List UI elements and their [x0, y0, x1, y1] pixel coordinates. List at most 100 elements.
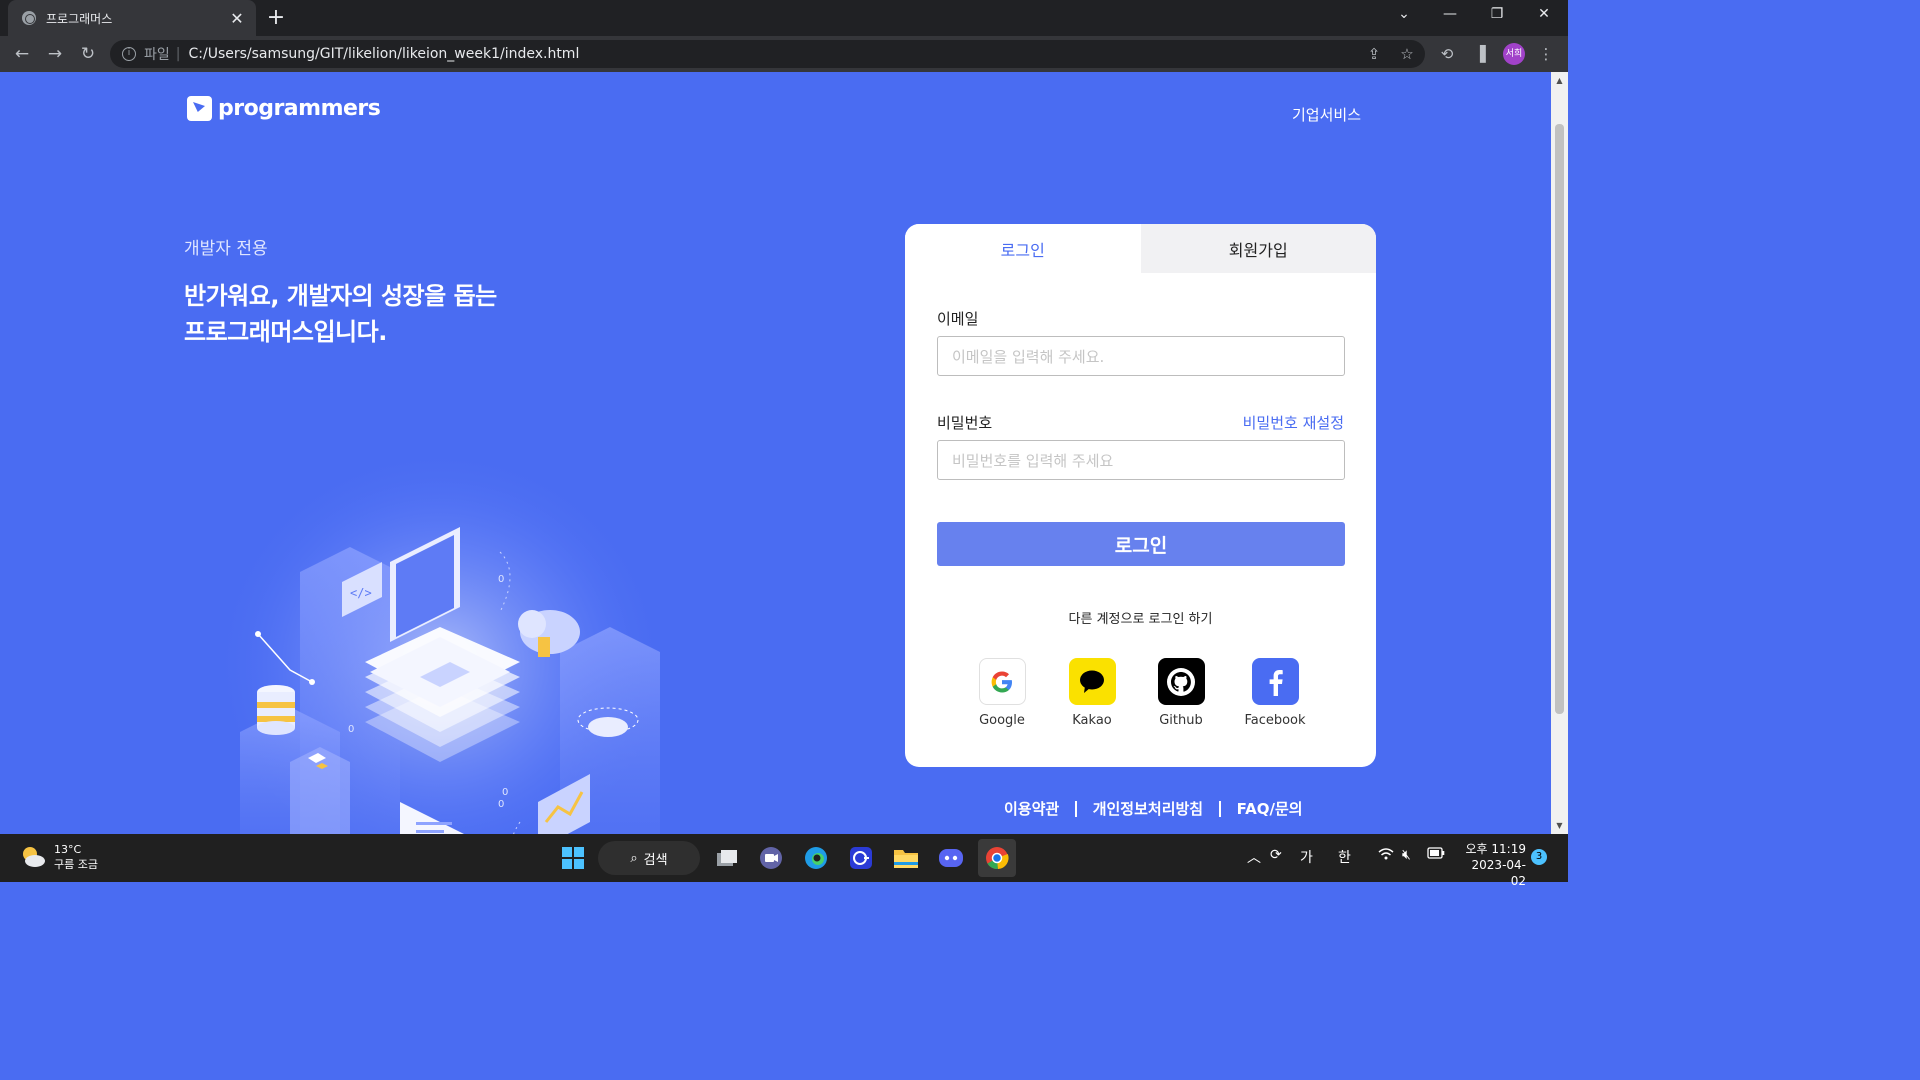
edge-icon[interactable]	[800, 842, 832, 874]
speaker-muted-icon[interactable]: 🔇︎	[1402, 847, 1411, 863]
new-tab-button[interactable]: +	[264, 5, 288, 30]
browser-tabbar: 프로그래머스 ✕ + ⌄ — ❐ ✕	[0, 0, 1568, 36]
tab-close-icon[interactable]: ✕	[228, 9, 246, 28]
discord-icon[interactable]	[935, 842, 967, 874]
tab-search-icon[interactable]: ⌄	[1392, 6, 1416, 22]
system-clock[interactable]: 오후 11:19 2023-04-02	[1458, 841, 1526, 889]
scroll-down-icon[interactable]: ▼	[1551, 821, 1568, 830]
email-field[interactable]: 이메일을 입력해 주세요.	[937, 336, 1345, 376]
google-icon	[978, 658, 1026, 705]
taskbar-search[interactable]: ⌕ 검색	[598, 841, 700, 875]
globe-icon	[22, 11, 36, 25]
ime-mode[interactable]: 한	[1338, 847, 1351, 867]
search-label: 검색	[643, 852, 668, 868]
github-label: Github	[1159, 713, 1203, 728]
restore-button[interactable]: ❐	[1485, 6, 1509, 22]
weather-desc: 구름 조금	[54, 858, 98, 871]
privacy-link[interactable]: 개인정보처리방침	[1093, 798, 1203, 819]
weather-temp: 13°C	[54, 843, 82, 856]
search-icon: ⌕	[630, 850, 638, 866]
facebook-label: Facebook	[1244, 713, 1306, 728]
login-button[interactable]: 로그인	[937, 522, 1345, 566]
programmers-logo[interactable]: programmers	[187, 96, 381, 121]
svg-text:0: 0	[498, 799, 504, 810]
scrollbar-thumb[interactable]	[1555, 124, 1564, 714]
info-icon[interactable]: i	[122, 47, 136, 61]
share-icon[interactable]: ⇪	[1364, 44, 1384, 64]
notification-badge[interactable]: 3	[1531, 849, 1547, 865]
tab-signup[interactable]: 회원가입	[1140, 224, 1376, 273]
clock-date: 2023-04-02	[1471, 858, 1526, 888]
login-tabs: 로그인 회원가입	[905, 224, 1376, 273]
tab-login[interactable]: 로그인	[905, 224, 1141, 273]
kakao-login-button[interactable]: Kakao	[1052, 658, 1132, 728]
svg-text:</>: </>	[350, 586, 372, 600]
window-close-button[interactable]: ✕	[1532, 6, 1556, 22]
kakao-icon	[1068, 658, 1116, 705]
chrome-icon[interactable]	[978, 839, 1016, 877]
password-reset-link[interactable]: 비밀번호 재설정	[1243, 412, 1344, 433]
browser-tab[interactable]: 프로그래머스 ✕	[8, 0, 256, 36]
page-content: programmers 기업서비스 개발자 전용 반가워요, 개발자의 성장을 …	[0, 72, 1551, 834]
facebook-icon	[1251, 658, 1299, 705]
battery-icon[interactable]	[1427, 847, 1445, 863]
scheme-label: 파일	[144, 47, 170, 63]
biz-service-link[interactable]: 기업서비스	[1292, 104, 1361, 125]
footer-links: 이용약관 개인정보처리방침 FAQ/문의	[1004, 798, 1303, 819]
windows-taskbar: 13°C 구름 조금 ⌕ 검색 ︿ ⟳ 가 한 🔇︎ 오후 11:19 2023…	[0, 834, 1568, 888]
kakao-label: Kakao	[1072, 713, 1112, 728]
address-bar[interactable]: i 파일 | C:/Users/samsung/GIT/likelion/lik…	[110, 40, 1425, 68]
github-login-button[interactable]: Github	[1141, 658, 1221, 728]
profile-avatar[interactable]: 서희	[1503, 43, 1525, 65]
svg-text:0: 0	[498, 574, 504, 585]
tab-title: 프로그래머스	[46, 11, 113, 26]
headline-line-2: 프로그래머스입니다.	[184, 318, 387, 346]
logo-mark-icon	[187, 96, 212, 121]
menu-kebab-icon[interactable]: ⋮	[1536, 44, 1556, 64]
minimize-button[interactable]: —	[1438, 6, 1462, 22]
start-windows-icon[interactable]	[557, 842, 589, 874]
google-login-button[interactable]: Google	[962, 658, 1042, 728]
clock-time: 오후 11:19	[1465, 842, 1526, 856]
tray-overflow-icon[interactable]: ︿	[1247, 847, 1261, 867]
forward-arrow-icon[interactable]: →	[44, 43, 66, 65]
bookmark-star-icon[interactable]: ☆	[1397, 44, 1417, 64]
hero-illustration: </> 0 0 0 0	[220, 422, 670, 834]
scheme-separator: |	[175, 46, 181, 62]
sync-icon[interactable]: ⟳	[1270, 847, 1282, 863]
footer-divider	[1075, 800, 1077, 817]
wifi-icon[interactable]	[1378, 847, 1394, 865]
footer-divider	[1219, 800, 1221, 817]
logo-text: programmers	[218, 96, 381, 121]
partly-cloudy-icon	[20, 844, 46, 870]
back-arrow-icon[interactable]: ←	[11, 43, 33, 65]
file-explorer-icon[interactable]	[890, 842, 922, 874]
teams-chat-icon[interactable]	[755, 842, 787, 874]
scroll-up-icon[interactable]: ▲	[1551, 76, 1568, 85]
browser-toolbar: ← → ↻ i 파일 | C:/Users/samsung/GIT/likeli…	[0, 36, 1568, 72]
url-text[interactable]: C:/Users/samsung/GIT/likelion/likeion_we…	[188, 46, 579, 62]
vpn-app-icon[interactable]	[845, 842, 877, 874]
terms-link[interactable]: 이용약관	[1004, 798, 1059, 819]
svg-text:0: 0	[348, 724, 354, 735]
login-card: 로그인 회원가입 이메일 이메일을 입력해 주세요. 비밀번호 비밀번호 재설정…	[905, 224, 1376, 767]
github-icon	[1157, 658, 1205, 705]
password-label: 비밀번호	[937, 414, 993, 432]
google-label: Google	[979, 713, 1025, 728]
other-login-text: 다른 계정으로 로그인 하기	[1068, 612, 1213, 627]
password-field[interactable]: 비밀번호를 입력해 주세요	[937, 440, 1345, 480]
weather-widget[interactable]: 13°C 구름 조금	[20, 842, 98, 872]
page-scrollbar[interactable]: ▲ ▼	[1551, 72, 1568, 834]
headline-line-1: 반가워요, 개발자의 성장을 돕는	[184, 282, 497, 310]
faq-link[interactable]: FAQ/문의	[1237, 798, 1303, 819]
task-view-icon[interactable]	[711, 842, 743, 874]
hero-subtitle: 개발자 전용	[184, 239, 268, 259]
svg-text:0: 0	[502, 787, 508, 798]
extension-icon[interactable]: ⟲	[1437, 44, 1457, 64]
side-panel-icon[interactable]: ▐	[1470, 44, 1490, 64]
ime-hangul[interactable]: 가	[1300, 847, 1313, 867]
email-label: 이메일	[937, 310, 979, 328]
reload-icon[interactable]: ↻	[77, 43, 99, 65]
facebook-login-button[interactable]: Facebook	[1235, 658, 1315, 728]
hero-headline: 반가워요, 개발자의 성장을 돕는 프로그래머스입니다.	[184, 278, 497, 350]
